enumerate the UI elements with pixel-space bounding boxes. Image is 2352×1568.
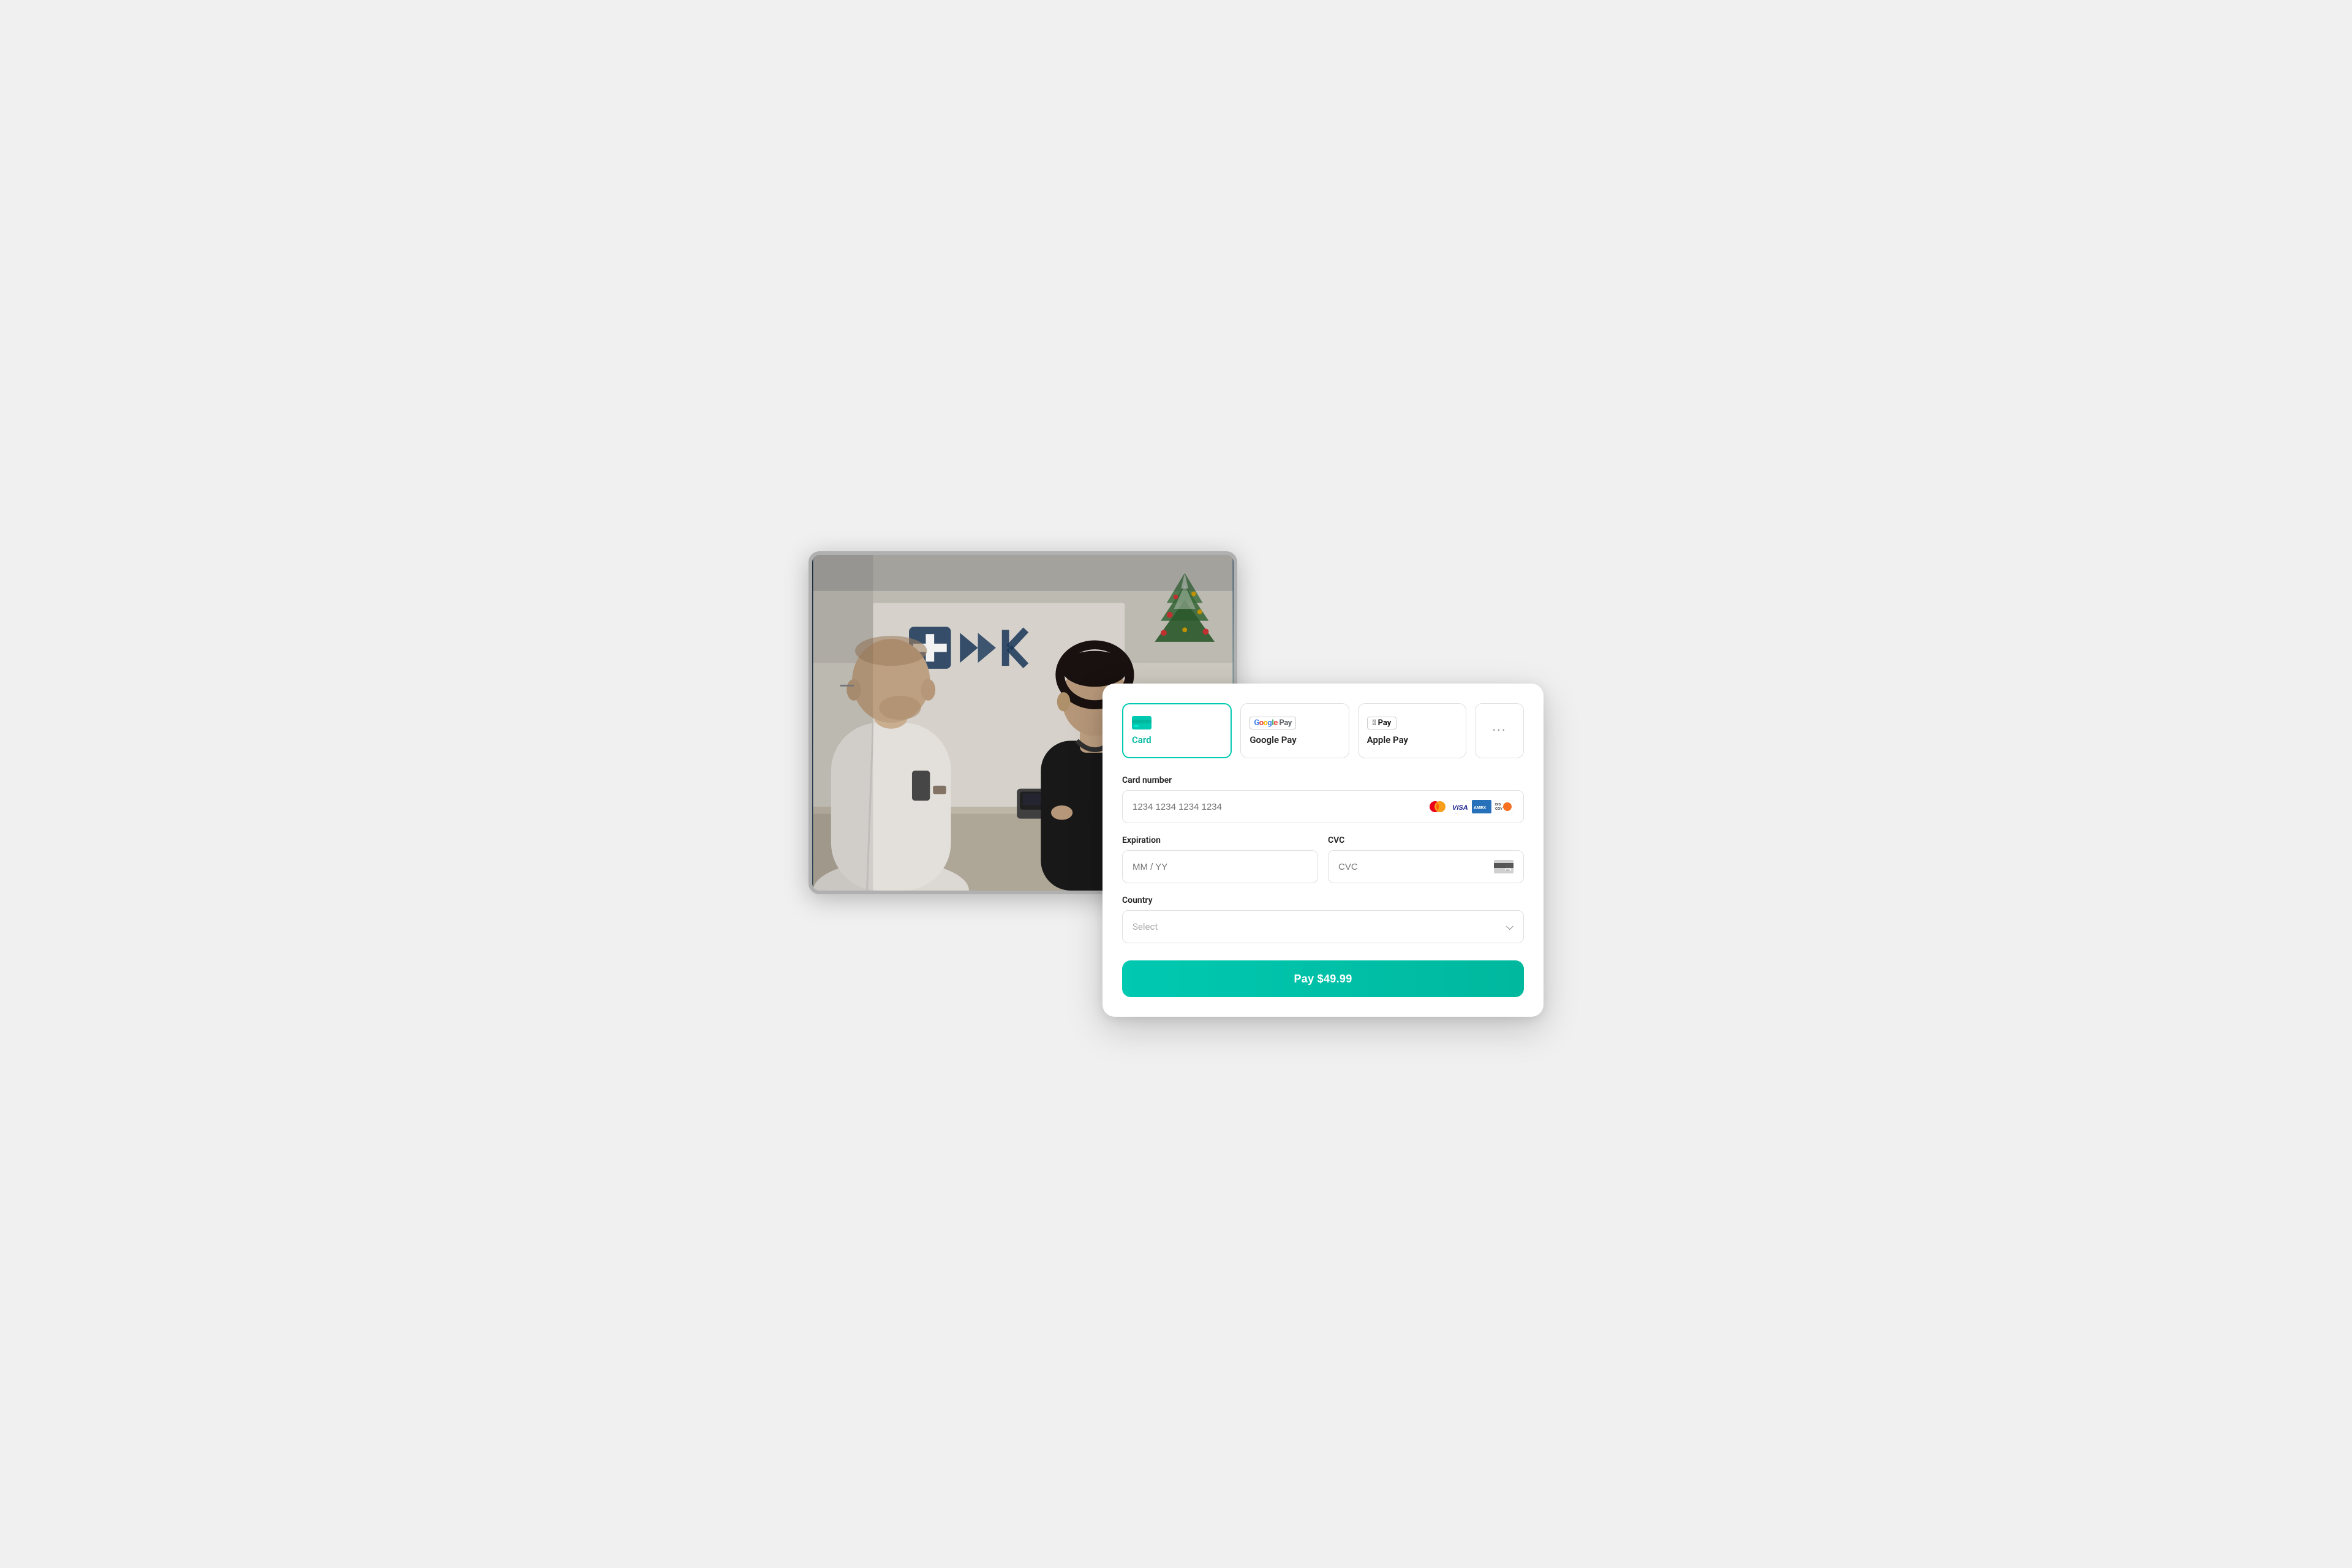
card-number-label: Card number: [1122, 775, 1524, 785]
expiration-input[interactable]: [1133, 851, 1308, 883]
visa-icon: VISA: [1450, 800, 1469, 813]
card-tab[interactable]: Card: [1122, 703, 1232, 758]
country-label: Country: [1122, 895, 1524, 905]
chevron-down-icon: ⌵: [1506, 921, 1513, 933]
payment-panel: Card Google Pay Google Pay  Pay Apple P…: [1102, 684, 1544, 1017]
mastercard-icon: [1428, 800, 1447, 813]
country-select[interactable]: Select ⌵: [1122, 910, 1524, 943]
main-scene: Card Google Pay Google Pay  Pay Apple P…: [809, 551, 1544, 1017]
cvc-field-group: CVC 135: [1328, 835, 1524, 883]
svg-text:VISA: VISA: [1452, 804, 1468, 812]
card-number-wrapper: VISA AMEX DIS COV: [1122, 790, 1524, 823]
more-dots-icon: ···: [1492, 723, 1506, 739]
google-pay-tab-label: Google Pay: [1250, 734, 1296, 745]
amex-icon: AMEX: [1472, 800, 1491, 813]
country-select-placeholder: Select: [1133, 921, 1506, 932]
google-pay-icon: Google Pay: [1250, 717, 1295, 729]
apple-pay-icon:  Pay: [1367, 717, 1397, 729]
svg-text:COV: COV: [1495, 807, 1502, 811]
apple-pay-tab[interactable]:  Pay Apple Pay: [1358, 703, 1466, 758]
card-number-field-group: Card number VISA: [1122, 775, 1524, 823]
more-methods-tab[interactable]: ···: [1475, 703, 1524, 758]
card-brand-icons: VISA AMEX DIS COV: [1428, 800, 1513, 813]
card-icon: [1132, 716, 1152, 729]
svg-text:AMEX: AMEX: [1474, 806, 1487, 810]
apple-pay-tab-label: Apple Pay: [1367, 734, 1408, 745]
cvc-input[interactable]: [1338, 851, 1488, 883]
card-number-input[interactable]: [1133, 791, 1422, 823]
cvc-wrapper: 135: [1328, 850, 1524, 883]
expiration-wrapper: [1122, 850, 1318, 883]
payment-methods: Card Google Pay Google Pay  Pay Apple P…: [1122, 703, 1524, 758]
pay-button[interactable]: Pay $49.99: [1122, 960, 1524, 997]
svg-text:135: 135: [1506, 869, 1510, 872]
google-pay-tab[interactable]: Google Pay Google Pay: [1240, 703, 1349, 758]
svg-text:DIS: DIS: [1495, 803, 1501, 807]
discover-icon: DIS COV: [1494, 800, 1513, 813]
expiration-field-group: Expiration: [1122, 835, 1318, 883]
cvc-label: CVC: [1328, 835, 1524, 845]
expiry-cvc-row: Expiration CVC 135: [1122, 835, 1524, 895]
card-tab-label: Card: [1132, 734, 1152, 745]
country-field-group: Country Select ⌵: [1122, 895, 1524, 943]
expiration-label: Expiration: [1122, 835, 1318, 845]
cvc-card-back-icon: 135: [1494, 860, 1513, 873]
